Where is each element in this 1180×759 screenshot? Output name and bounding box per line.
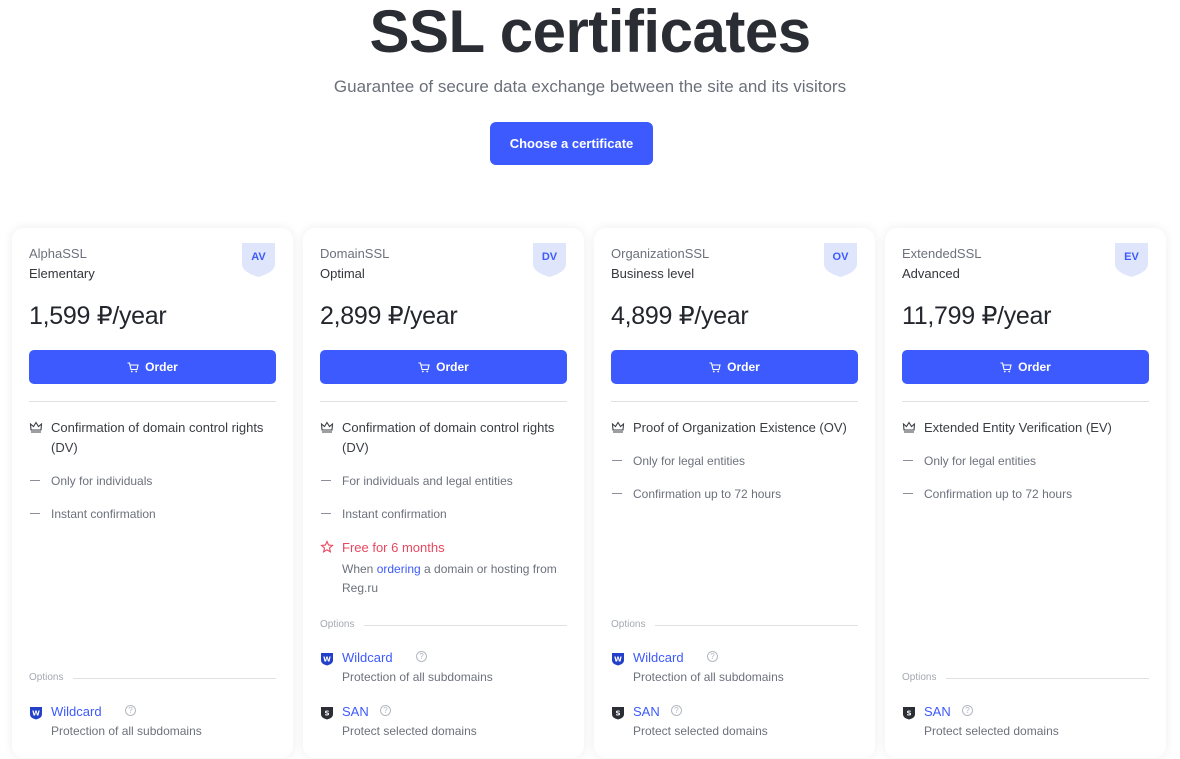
plan-card-extendedssl: ExtendedSSL Advanced EV 11,799 ₽/year Or… <box>885 228 1166 758</box>
options-header: Options <box>902 672 1149 684</box>
plan-name: DomainSSL <box>320 246 390 261</box>
dash-icon <box>30 513 40 514</box>
crown-icon <box>902 421 916 433</box>
order-button[interactable]: Order <box>29 350 276 384</box>
dash-icon <box>612 493 622 494</box>
option-title[interactable]: Wildcard <box>342 650 393 666</box>
help-icon[interactable]: ? <box>962 705 973 716</box>
svg-text:W: W <box>323 656 331 664</box>
plan-price: 11,799 ₽/year <box>902 302 1052 330</box>
svg-text:W: W <box>614 656 622 664</box>
plan-price: 4,899 ₽/year <box>611 302 749 330</box>
validation-badge: AV <box>241 242 276 278</box>
san-shield-icon: S <box>321 707 333 720</box>
plan-price: 2,899 ₽/year <box>320 302 458 330</box>
options-header: Options <box>611 619 858 631</box>
option-desc: Protection of all subdomains <box>51 724 202 738</box>
order-label: Order <box>727 360 760 374</box>
option-title[interactable]: Wildcard <box>51 704 102 720</box>
options-header: Options <box>320 619 567 631</box>
option-desc: Protect selected domains <box>342 724 477 738</box>
dash-icon <box>30 480 40 481</box>
plan-card-alphassl: AlphaSSL Elementary AV 1,599 ₽/year Orde… <box>12 228 293 758</box>
crown-icon <box>29 421 43 433</box>
plan-card-domainssl: DomainSSL Optimal DV 2,899 ₽/year Order … <box>303 228 584 758</box>
option-title[interactable]: SAN <box>633 704 660 720</box>
cart-icon <box>709 361 721 372</box>
plan-level: Optimal <box>320 266 365 281</box>
help-icon[interactable]: ? <box>125 705 136 716</box>
help-icon[interactable]: ? <box>707 651 718 662</box>
validation-badge: DV <box>532 242 567 278</box>
plan-name: AlphaSSL <box>29 246 87 261</box>
san-shield-icon: S <box>612 707 624 720</box>
plan-price: 1,599 ₽/year <box>29 302 167 330</box>
plan-card-organizationssl: OrganizationSSL Business level OV 4,899 … <box>594 228 875 758</box>
help-icon[interactable]: ? <box>671 705 682 716</box>
dash-icon <box>903 460 913 461</box>
help-icon[interactable]: ? <box>380 705 391 716</box>
plan-name: ExtendedSSL <box>902 246 982 261</box>
cart-icon <box>1000 361 1012 372</box>
option-desc: Protection of all subdomains <box>633 670 784 684</box>
badge-label: DV <box>541 251 558 263</box>
divider <box>320 401 567 402</box>
order-button[interactable]: Order <box>902 350 1149 384</box>
wildcard-shield-icon: W <box>30 707 42 720</box>
dash-icon <box>612 460 622 461</box>
promo-note: When ordering a domain or hosting from R… <box>342 562 557 595</box>
order-button[interactable]: Order <box>611 350 858 384</box>
svg-text:W: W <box>32 710 40 718</box>
crown-icon <box>611 421 625 433</box>
san-shield-icon: S <box>903 707 915 720</box>
order-label: Order <box>145 360 178 374</box>
validation-badge: EV <box>1114 242 1149 278</box>
dash-icon <box>321 480 331 481</box>
badge-label: EV <box>1124 251 1139 263</box>
badge-label: AV <box>251 251 266 263</box>
option-title[interactable]: SAN <box>924 704 951 720</box>
order-button[interactable]: Order <box>320 350 567 384</box>
star-icon <box>320 540 334 554</box>
dash-icon <box>903 493 913 494</box>
divider <box>29 401 276 402</box>
ordering-link[interactable]: ordering <box>377 562 421 576</box>
wildcard-shield-icon: W <box>612 653 624 666</box>
cart-icon <box>127 361 139 372</box>
svg-text:S: S <box>324 710 329 718</box>
plan-name: OrganizationSSL <box>611 246 710 261</box>
help-icon[interactable]: ? <box>416 651 427 662</box>
cart-icon <box>418 361 430 372</box>
order-label: Order <box>436 360 469 374</box>
svg-text:S: S <box>615 710 620 718</box>
divider <box>611 401 858 402</box>
option-desc: Protection of all subdomains <box>342 670 493 684</box>
plan-level: Advanced <box>902 266 960 281</box>
choose-certificate-button[interactable]: Choose a certificate <box>490 122 653 165</box>
page-subtitle: Guarantee of secure data exchange betwee… <box>333 77 847 96</box>
wildcard-shield-icon: W <box>321 653 333 666</box>
badge-label: OV <box>832 251 849 263</box>
dash-icon <box>321 513 331 514</box>
option-title[interactable]: Wildcard <box>633 650 684 666</box>
option-desc: Protect selected domains <box>924 724 1059 738</box>
crown-icon <box>320 421 334 433</box>
option-desc: Protect selected domains <box>633 724 768 738</box>
plan-level: Elementary <box>29 266 95 281</box>
plan-level: Business level <box>611 266 695 281</box>
validation-badge: OV <box>823 242 858 278</box>
order-label: Order <box>1018 360 1051 374</box>
options-header: Options <box>29 672 276 684</box>
page-title: SSL certificates <box>369 0 811 65</box>
divider <box>902 401 1149 402</box>
option-title[interactable]: SAN <box>342 704 369 720</box>
svg-text:S: S <box>906 710 911 718</box>
